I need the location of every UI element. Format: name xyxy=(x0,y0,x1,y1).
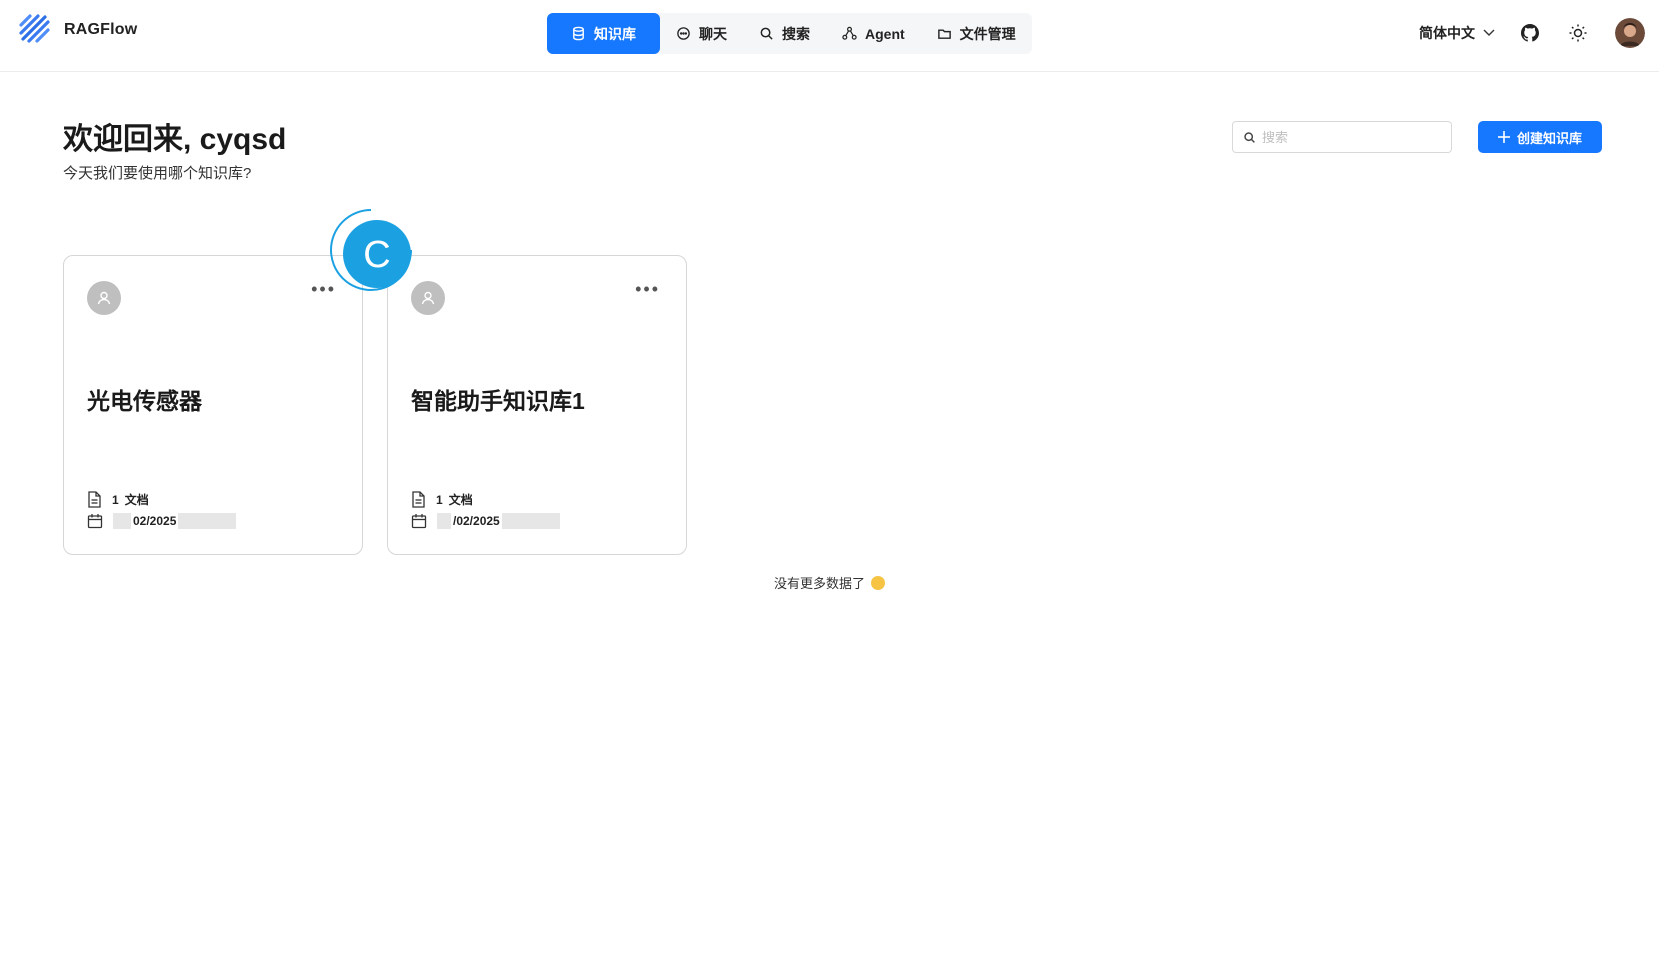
more-options-icon[interactable]: ••• xyxy=(635,280,660,298)
date-row: 02/2025 xyxy=(87,510,237,532)
language-label: 简体中文 xyxy=(1419,25,1475,41)
header-actions: 简体中文 xyxy=(1419,18,1645,48)
nav-knowledge-base[interactable]: 知识库 xyxy=(547,13,660,54)
document-icon xyxy=(412,490,425,508)
knowledge-base-card[interactable]: ••• 智能助手知识库1 1 文档 /02/2025 xyxy=(387,255,687,555)
card-meta: 1 文档 02/2025 xyxy=(87,488,237,532)
page-title: 欢迎回来, cyqsd xyxy=(63,123,287,156)
redacted-block xyxy=(437,513,451,529)
document-icon xyxy=(88,490,101,508)
redacted-block xyxy=(501,513,560,529)
plus-icon xyxy=(1497,131,1510,143)
nav-agent[interactable]: Agent xyxy=(826,13,921,54)
nav-label: 聊天 xyxy=(699,25,727,42)
nav-label: Agent xyxy=(865,25,905,42)
top-header: RAGFlow 知识库 聊天 搜索 Agent 文件管理 简体中文 xyxy=(0,0,1659,72)
logo[interactable]: RAGFlow xyxy=(18,13,137,47)
redacted-block xyxy=(113,513,131,529)
search-input[interactable] xyxy=(1262,129,1432,145)
doc-label: 文档 xyxy=(124,492,149,507)
calendar-icon xyxy=(87,514,103,529)
no-more-data: 没有更多数据了 xyxy=(0,573,1659,592)
chat-icon xyxy=(677,27,690,40)
folder-icon xyxy=(937,29,951,39)
redacted-block xyxy=(178,513,237,529)
doc-count: 1 xyxy=(112,492,119,507)
loading-letter: C xyxy=(363,234,390,276)
nav-chat[interactable]: 聊天 xyxy=(660,13,743,54)
chevron-down-icon xyxy=(1483,29,1495,36)
card-title: 智能助手知识库1 xyxy=(411,388,585,414)
ragflow-logo-icon xyxy=(19,14,50,43)
date-row: /02/2025 xyxy=(411,510,560,532)
agent-graph-icon xyxy=(842,26,857,40)
sun-theme-icon[interactable] xyxy=(1567,22,1589,44)
nav-label: 文件管理 xyxy=(959,25,1016,42)
user-icon xyxy=(421,291,435,305)
card-date: /02/2025 xyxy=(453,514,500,528)
card-title: 光电传感器 xyxy=(87,388,202,414)
no-more-text: 没有更多数据了 xyxy=(773,576,865,591)
welcome-section: 欢迎回来, cyqsd 今天我们要使用哪个知识库? xyxy=(63,122,286,183)
create-knowledge-base-button[interactable]: 创建知识库 xyxy=(1478,121,1602,153)
nav-label: 知识库 xyxy=(594,25,636,42)
doc-count-row: 1 文档 xyxy=(87,488,236,510)
search-icon xyxy=(760,27,773,40)
doc-count-row: 1 文档 xyxy=(411,488,560,510)
doc-count: 1 xyxy=(436,492,443,507)
knowledge-base-card[interactable]: ••• 光电传感器 1 文档 02/2025 xyxy=(63,255,363,555)
app-name: RAGFlow xyxy=(64,21,138,38)
card-avatar xyxy=(411,281,445,315)
user-icon xyxy=(97,291,111,305)
language-selector[interactable]: 简体中文 xyxy=(1419,23,1495,43)
search-field[interactable] xyxy=(1232,121,1452,153)
card-meta: 1 文档 /02/2025 xyxy=(411,488,560,532)
card-date: 02/2025 xyxy=(133,514,177,528)
nav-search[interactable]: 搜索 xyxy=(743,13,826,54)
page-subtitle: 今天我们要使用哪个知识库? xyxy=(63,165,252,182)
database-icon xyxy=(573,26,584,41)
create-button-label: 创建知识库 xyxy=(1516,130,1582,146)
emoji-icon xyxy=(871,575,885,590)
main-nav: 知识库 聊天 搜索 Agent 文件管理 xyxy=(547,13,1032,54)
github-icon[interactable] xyxy=(1519,22,1541,44)
search-icon xyxy=(1244,131,1255,143)
nav-file-management[interactable]: 文件管理 xyxy=(921,13,1032,54)
nav-label: 搜索 xyxy=(782,25,810,42)
calendar-icon xyxy=(411,514,427,529)
doc-label: 文档 xyxy=(448,492,473,507)
user-avatar[interactable] xyxy=(1615,18,1645,48)
loading-spinner-icon: C xyxy=(330,209,412,291)
card-avatar xyxy=(87,281,121,315)
